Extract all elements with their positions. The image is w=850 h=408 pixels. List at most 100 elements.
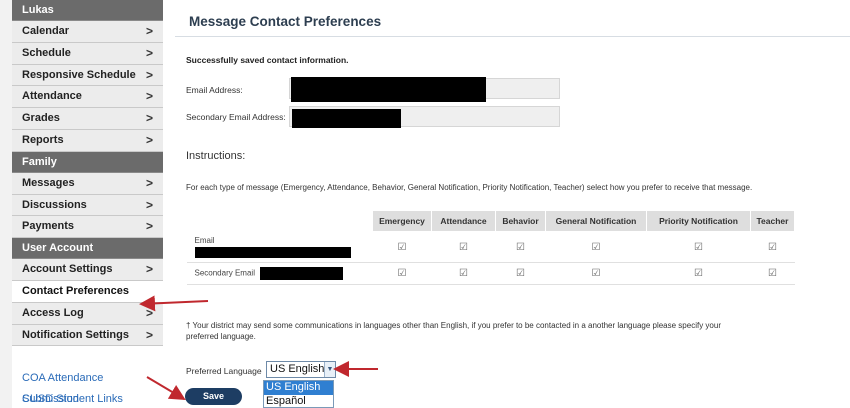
language-option-espanol[interactable]: Español — [264, 395, 333, 408]
sidebar-item-attendance[interactable]: Attendance > — [12, 86, 163, 109]
chevron-right-icon: > — [145, 305, 153, 320]
sidebar-item-responsive-schedule[interactable]: Responsive Schedule > — [12, 64, 163, 87]
sidebar-item-label: Discussions — [22, 198, 87, 211]
chevron-right-icon: > — [145, 327, 153, 342]
checkbox-secondary-behavior[interactable]: ☑ — [495, 262, 546, 285]
sidebar-item-label: Reports — [22, 133, 64, 146]
checkbox-secondary-teacher[interactable]: ☑ — [750, 262, 795, 285]
row-label-cell: Secondary Email — [186, 262, 373, 285]
sidebar-item-schedule[interactable]: Schedule > — [12, 42, 163, 65]
title-divider — [175, 36, 850, 37]
sidebar-header-student: Lukas — [12, 0, 163, 21]
checkbox-checked-icon: ☑ — [459, 241, 468, 253]
sidebar-item-discussions[interactable]: Discussions > — [12, 194, 163, 217]
chevron-right-icon: > — [145, 197, 153, 212]
column-header-attendance: Attendance — [431, 210, 496, 232]
redacted-secondary-email — [292, 109, 401, 128]
chevron-down-icon[interactable]: ▼ — [324, 362, 335, 377]
sidebar-item-reports[interactable]: Reports > — [12, 129, 163, 152]
save-button[interactable]: Save — [185, 388, 242, 405]
preferred-language-label: Preferred Language — [186, 366, 262, 376]
checkbox-email-teacher[interactable]: ☑ — [750, 231, 795, 263]
sidebar-item-contact-preferences[interactable]: Contact Preferences — [12, 280, 163, 303]
checkbox-checked-icon: ☑ — [694, 241, 703, 253]
checkbox-checked-icon: ☑ — [591, 241, 601, 253]
language-option-us-english[interactable]: US English — [264, 381, 333, 395]
column-header-emergency: Emergency — [372, 210, 432, 232]
checkbox-checked-icon: ☑ — [516, 268, 525, 279]
sidebar-item-payments[interactable]: Payments > — [12, 216, 163, 239]
instructions-text: For each type of message (Emergency, Att… — [186, 183, 753, 192]
chevron-right-icon: > — [145, 45, 153, 60]
sidebar-item-label: Calendar — [22, 25, 70, 37]
checkbox-checked-icon: ☑ — [516, 241, 525, 253]
sidebar-link-cusd-student-links[interactable]: CUSD Student Links — [12, 389, 163, 408]
redacted-email-value — [194, 247, 351, 258]
column-header-general-notification: General Notification — [545, 210, 647, 232]
sidebar-spacer — [12, 346, 163, 369]
chevron-right-icon: > — [145, 262, 153, 277]
redacted-email — [291, 77, 486, 102]
sidebar-header-family: Family — [12, 151, 163, 173]
chevron-right-icon: > — [145, 111, 153, 126]
sidebar-item-label: Contact Preferences — [22, 284, 129, 297]
chevron-right-icon: > — [145, 89, 153, 104]
chevron-right-icon: > — [145, 219, 153, 234]
sidebar-header-user-account: User Account — [12, 238, 163, 260]
secondary-email-label: Secondary Email Address: — [186, 112, 286, 122]
language-dropdown-list: US English Español — [263, 380, 334, 408]
checkbox-email-priority[interactable]: ☑ — [646, 231, 751, 263]
contact-preferences-table: Emergency Attendance Behavior General No… — [186, 210, 795, 285]
sidebar-item-grades[interactable]: Grades > — [12, 108, 163, 130]
sidebar-item-label: Schedule — [22, 46, 71, 59]
checkbox-secondary-attendance[interactable]: ☑ — [431, 262, 496, 285]
checkbox-secondary-priority[interactable]: ☑ — [646, 262, 751, 285]
instructions-title: Instructions: — [186, 150, 246, 162]
page-title: Message Contact Preferences — [189, 14, 382, 29]
chevron-right-icon: > — [145, 132, 153, 147]
sidebar-item-label: Grades — [22, 112, 60, 125]
row-label-cell: Email — [186, 231, 373, 263]
sidebar-item-calendar[interactable]: Calendar > — [12, 21, 163, 43]
checkbox-email-general[interactable]: ☑ — [545, 231, 647, 263]
sidebar-item-access-log[interactable]: Access Log > — [12, 302, 163, 325]
checkbox-checked-icon: ☑ — [768, 268, 777, 279]
column-header-priority-notification: Priority Notification — [646, 210, 751, 232]
sidebar-link-coa-attendance[interactable]: COA Attendance Submission — [12, 368, 163, 405]
main-content: Message Contact Preferences Successfully… — [175, 0, 850, 408]
success-message: Successfully saved contact information. — [186, 55, 349, 65]
row-label-email: Email — [194, 236, 215, 245]
email-field[interactable] — [289, 77, 560, 102]
chevron-right-icon: > — [145, 175, 153, 190]
sidebar-item-label: Payments — [22, 220, 74, 233]
column-header-teacher: Teacher — [750, 210, 795, 232]
checkbox-email-emergency[interactable]: ☑ — [372, 231, 432, 263]
checkbox-checked-icon: ☑ — [459, 268, 468, 279]
column-header-behavior: Behavior — [495, 210, 546, 232]
checkbox-checked-icon: ☑ — [768, 241, 777, 253]
language-note: † Your district may send some communicat… — [186, 321, 721, 341]
preferred-language-select[interactable]: US English ▼ — [266, 361, 336, 378]
sidebar-item-label: Notification Settings — [22, 328, 129, 341]
table-header-row: Emergency Attendance Behavior General No… — [186, 210, 795, 232]
checkbox-secondary-emergency[interactable]: ☑ — [372, 262, 432, 285]
table-row-email: Email ☑ ☑ ☑ ☑ ☑ ☑ — [186, 231, 795, 263]
sidebar-item-account-settings[interactable]: Account Settings > — [12, 259, 163, 281]
sidebar-item-label: Account Settings — [22, 263, 113, 276]
table-header-blank — [186, 210, 373, 232]
checkbox-email-behavior[interactable]: ☑ — [495, 231, 546, 263]
sidebar-item-label: Access Log — [22, 306, 84, 319]
checkbox-secondary-general[interactable]: ☑ — [545, 262, 647, 285]
sidebar-item-notification-settings[interactable]: Notification Settings > — [12, 324, 163, 347]
secondary-email-field[interactable] — [289, 106, 560, 128]
chevron-right-icon: > — [145, 67, 153, 82]
checkbox-checked-icon: ☑ — [397, 241, 407, 253]
checkbox-email-attendance[interactable]: ☑ — [431, 231, 496, 263]
sidebar-item-label: Messages — [22, 176, 75, 189]
table-row-secondary-email: Secondary Email ☑ ☑ ☑ ☑ ☑ ☑ — [186, 262, 795, 285]
sidebar-item-messages[interactable]: Messages > — [12, 172, 163, 195]
sidebar-item-label: Attendance — [22, 90, 82, 103]
email-label: Email Address: — [186, 85, 243, 95]
sidebar-nav: Lukas Calendar > Schedule > Responsive S… — [12, 0, 163, 408]
checkbox-checked-icon: ☑ — [591, 268, 601, 279]
